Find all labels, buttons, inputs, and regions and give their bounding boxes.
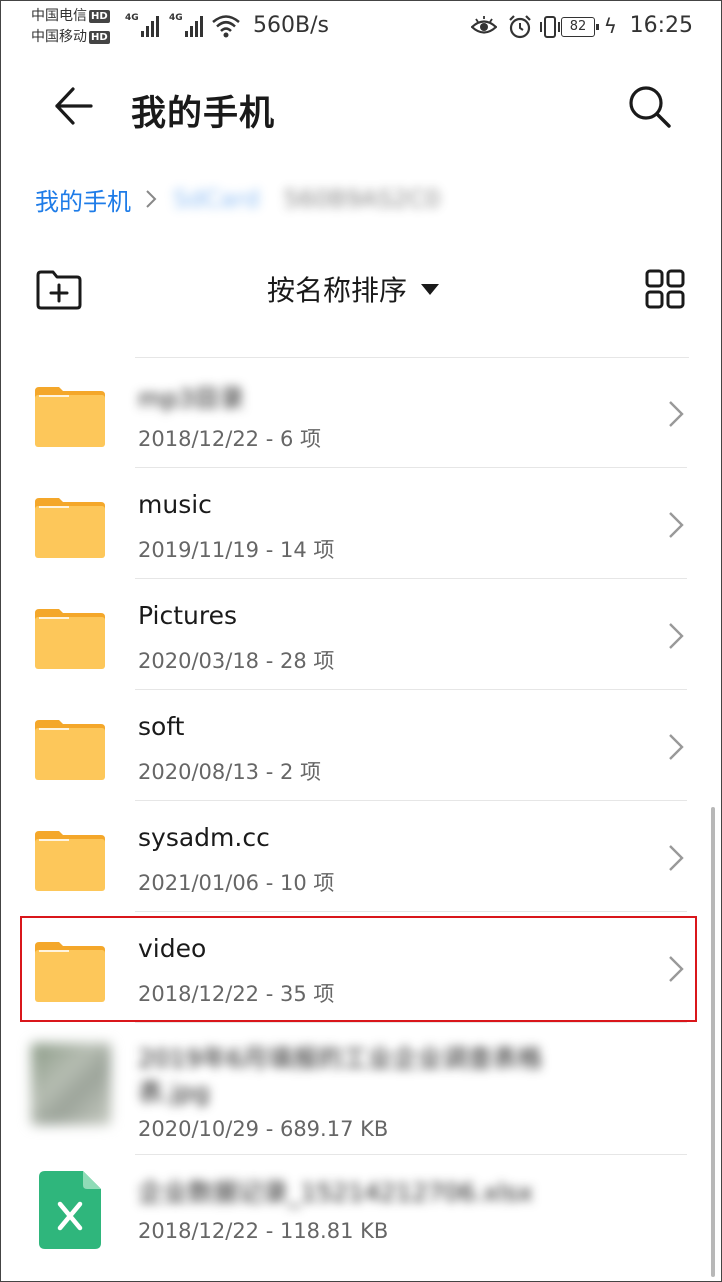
- wifi-icon: [212, 15, 240, 38]
- folder-icon: [35, 942, 105, 1002]
- charging-icon: ϟ: [603, 14, 617, 38]
- list-item-xlsx[interactable]: 企业数据记录_15214212706.xlsx 2018/12/22 - 118…: [1, 1155, 721, 1266]
- search-icon: [629, 86, 671, 128]
- carrier-1: 中国电信: [31, 8, 87, 24]
- sort-dropdown[interactable]: 按名称排序: [267, 269, 440, 309]
- excel-file-icon: [39, 1171, 101, 1249]
- vibrate-icon: [540, 16, 560, 38]
- list-item-image[interactable]: 2019年6月填报的工业企业调查表格 表.jpg 2020/10/29 - 68…: [1, 1023, 721, 1155]
- breadcrumb-home[interactable]: 我的手机: [35, 182, 131, 217]
- screen: 中国电信 HD 中国移动 HD 4G 4G 560B/s 82 ϟ 16:25 …: [0, 0, 722, 1282]
- chevron-right-icon: [669, 401, 684, 427]
- folder-icon: [35, 498, 105, 558]
- toolbar: 按名称排序: [1, 263, 721, 323]
- file-name: video: [138, 934, 207, 963]
- carrier-info: 中国电信 HD 中国移动 HD: [31, 6, 110, 48]
- list-item-folder[interactable]: soft 2020/08/13 - 2 项: [1, 690, 721, 801]
- file-meta: 2020/03/18 - 28 项: [138, 649, 335, 673]
- list-item-folder[interactable]: Pictures 2020/03/18 - 28 项: [1, 579, 721, 690]
- caret-down-icon: [421, 283, 440, 295]
- arrow-left-icon: [55, 87, 93, 125]
- clock: 16:25: [629, 13, 693, 38]
- list-item-folder[interactable]: sysadm.cc 2021/01/06 - 10 项: [1, 801, 721, 912]
- hd-badge-1: HD: [89, 10, 110, 23]
- network-type-1: 4G: [125, 13, 139, 23]
- title-bar: 我的手机: [1, 61, 721, 153]
- chevron-right-icon: [669, 956, 684, 982]
- network-type-2: 4G: [169, 13, 183, 23]
- sort-label: 按名称排序: [267, 274, 408, 307]
- eye-comfort-icon: [471, 16, 497, 34]
- chevron-right-icon: [669, 845, 684, 871]
- chevron-right-icon: [669, 512, 684, 538]
- carrier-2: 中国移动: [31, 29, 87, 45]
- file-name: music: [138, 490, 212, 519]
- new-folder-icon: [36, 270, 82, 310]
- folder-icon: [35, 609, 105, 669]
- breadcrumb-segment-1[interactable]: SdCard: [173, 185, 260, 213]
- scrollbar[interactable]: [711, 807, 715, 1277]
- folder-icon: [35, 831, 105, 891]
- chevron-right-icon: [146, 190, 157, 208]
- file-name: sysadm.cc: [138, 823, 270, 852]
- folder-icon: [35, 387, 105, 447]
- file-meta: 2021/01/06 - 10 项: [138, 871, 335, 895]
- search-button[interactable]: [625, 83, 675, 133]
- status-right: 82 ϟ 16:25: [463, 13, 693, 41]
- hd-badge-2: HD: [89, 31, 110, 44]
- image-thumbnail: [31, 1043, 111, 1125]
- file-name: 企业数据记录_15214212706.xlsx: [138, 1178, 533, 1207]
- file-meta: 2018/12/22 - 118.81 KB: [138, 1219, 389, 1243]
- file-meta: 2018/12/22 - 35 项: [138, 982, 335, 1006]
- file-meta: 2020/08/13 - 2 项: [138, 760, 322, 784]
- status-bar: 中国电信 HD 中国移动 HD 4G 4G 560B/s 82 ϟ 16:25: [1, 1, 721, 53]
- file-name-line2: 表.jpg: [138, 1078, 210, 1107]
- file-meta: 2018/12/22 - 6 项: [138, 427, 322, 451]
- signal-2-icon: 4G: [169, 13, 207, 37]
- new-folder-button[interactable]: [35, 267, 83, 311]
- breadcrumb-segment-2[interactable]: 560B9AS2C0: [284, 185, 441, 213]
- list-item-folder[interactable]: mp3目录 2018/12/22 - 6 项: [1, 357, 721, 468]
- file-name: 2019年6月填报的工业企业调查表格: [138, 1044, 543, 1073]
- file-meta: 2019/11/19 - 14 项: [138, 538, 335, 562]
- chevron-right-icon: [669, 734, 684, 760]
- breadcrumb: 我的手机 SdCard 560B9AS2C0: [35, 181, 440, 217]
- file-name: Pictures: [138, 601, 237, 630]
- list-item-folder[interactable]: music 2019/11/19 - 14 项: [1, 468, 721, 579]
- file-name: soft: [138, 712, 185, 741]
- network-speed: 560B/s: [253, 13, 329, 38]
- signal-1-icon: 4G: [125, 13, 163, 37]
- file-name: mp3目录: [138, 384, 245, 413]
- battery-icon: 82: [561, 17, 599, 37]
- grid-view-button[interactable]: [645, 269, 685, 309]
- grid-view-icon: [645, 269, 685, 309]
- list-item-folder-video[interactable]: video 2018/12/22 - 35 项: [1, 912, 721, 1023]
- page-title: 我的手机: [131, 94, 276, 134]
- chevron-right-icon: [669, 623, 684, 649]
- back-button[interactable]: [49, 83, 99, 129]
- file-meta: 2020/10/29 - 689.17 KB: [138, 1117, 389, 1141]
- alarm-icon: [509, 15, 531, 39]
- file-list: mp3目录 2018/12/22 - 6 项 music 2019/11/19 …: [1, 357, 721, 1266]
- folder-icon: [35, 720, 105, 780]
